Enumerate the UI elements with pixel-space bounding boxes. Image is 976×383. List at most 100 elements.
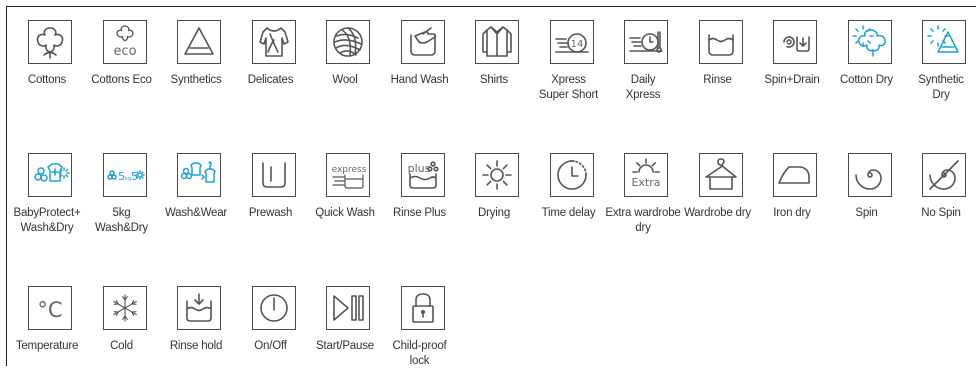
5kg-wash-dry-icon: 5kg5 xyxy=(103,153,147,197)
program-symbol: Prewash xyxy=(234,142,308,250)
program-symbol: °CTemperature xyxy=(10,275,84,383)
cotton-dry-icon xyxy=(848,20,892,64)
synthetic-dry-icon xyxy=(922,20,966,64)
power-icon xyxy=(252,286,296,330)
program-label: Spin+Drain xyxy=(749,73,835,88)
program-symbol: ecoCottons Eco xyxy=(85,9,159,117)
program-symbol: Rinse hold xyxy=(159,275,233,383)
program-label: Cottons Eco xyxy=(79,73,165,88)
program-symbol: Wardrobe dry xyxy=(681,142,755,250)
svg-text:eco: eco xyxy=(113,44,136,59)
program-symbol: Hand Wash xyxy=(383,9,457,117)
svg-text:Extra: Extra xyxy=(631,176,660,189)
program-label: Quick Wash xyxy=(302,206,388,221)
program-label: Spin xyxy=(824,206,910,221)
program-symbol: Cottons xyxy=(10,9,84,117)
program-label: Rinse Plus xyxy=(377,206,463,221)
wash-wear-icon xyxy=(177,153,221,197)
daily-xpress-icon xyxy=(624,20,668,64)
temperature-icon: °C xyxy=(28,286,72,330)
program-label: Rinse hold xyxy=(153,339,239,354)
program-label: Drying xyxy=(451,206,537,221)
cotton-icon xyxy=(28,20,72,64)
program-symbol: expressQuick Wash xyxy=(308,142,382,250)
wool-ball-icon xyxy=(326,20,370,64)
program-label: On/Off xyxy=(228,339,314,354)
program-label: Wool xyxy=(302,73,388,88)
program-symbol: Spin xyxy=(830,142,904,250)
svg-text:°C: °C xyxy=(37,298,62,322)
program-symbol: On/Off xyxy=(234,275,308,383)
program-label: Temperature xyxy=(4,339,90,354)
program-symbol: Child-prooflock xyxy=(383,275,457,383)
program-symbol: Wool xyxy=(308,9,382,117)
sun-icon xyxy=(475,153,519,197)
baby-protect-icon xyxy=(28,153,72,197)
svg-text:plus: plus xyxy=(407,162,430,175)
program-label: Wash&Wear xyxy=(153,206,239,221)
program-label: SyntheticDry xyxy=(898,73,976,103)
program-symbol: DailyXpress xyxy=(606,9,680,117)
rinse-icon xyxy=(699,20,743,64)
program-symbol: Delicates xyxy=(234,9,308,117)
hand-wash-icon xyxy=(401,20,445,64)
rinse-plus-icon: plus xyxy=(401,153,445,197)
start-pause-icon xyxy=(326,286,370,330)
program-label: XpressSuper Short xyxy=(526,73,612,103)
program-symbol-grid: CottonsecoCottons EcoSyntheticsDelicates… xyxy=(0,0,976,366)
triangle-icon xyxy=(177,20,221,64)
svg-text:express: express xyxy=(332,165,367,175)
program-symbol: SyntheticDry xyxy=(904,9,976,117)
program-symbol: Spin+Drain xyxy=(755,9,829,117)
program-symbol: Time delay xyxy=(532,142,606,250)
iron-icon xyxy=(773,153,817,197)
quick-wash-icon: express xyxy=(326,153,370,197)
rinse-hold-icon xyxy=(177,286,221,330)
program-symbol: Shirts xyxy=(457,9,531,117)
no-spin-icon xyxy=(922,153,966,197)
timer-icon xyxy=(550,153,594,197)
padlock-icon xyxy=(401,286,445,330)
program-label: Cold xyxy=(79,339,165,354)
program-symbol: ExtraExtra wardrobedry xyxy=(606,142,680,250)
program-symbol: 5kg55kgWash&Dry xyxy=(85,142,159,250)
program-label: BabyProtect+Wash&Dry xyxy=(4,206,90,236)
program-label: Start/Pause xyxy=(302,339,388,354)
program-label: Child-prooflock xyxy=(377,339,463,369)
program-label: Delicates xyxy=(228,73,314,88)
svg-text:14: 14 xyxy=(570,39,583,50)
program-symbol: Start/Pause xyxy=(308,275,382,383)
spin-icon xyxy=(848,153,892,197)
extra-sun-icon: Extra xyxy=(624,153,668,197)
program-label: No Spin xyxy=(898,206,976,221)
program-label: Cotton Dry xyxy=(824,73,910,88)
program-symbol: Wash&Wear xyxy=(159,142,233,250)
program-symbol: Cotton Dry xyxy=(830,9,904,117)
hanger-icon xyxy=(699,153,743,197)
program-symbol: Rinse xyxy=(681,9,755,117)
program-symbol: Iron dry xyxy=(755,142,829,250)
cotton-eco-icon: eco xyxy=(103,20,147,64)
blouse-icon xyxy=(252,20,296,64)
shirt-icon xyxy=(475,20,519,64)
program-label: Wardrobe dry xyxy=(675,206,761,221)
program-label: Shirts xyxy=(451,73,537,88)
program-label: Synthetics xyxy=(153,73,239,88)
snowflake-icon xyxy=(103,286,147,330)
program-label: DailyXpress xyxy=(600,73,686,103)
program-symbol: BabyProtect+Wash&Dry xyxy=(10,142,84,250)
program-symbol: plusRinse Plus xyxy=(383,142,457,250)
program-label: Cottons xyxy=(4,73,90,88)
program-symbol: No Spin xyxy=(904,142,976,250)
program-label: Extra wardrobedry xyxy=(600,206,686,236)
program-symbol: Drying xyxy=(457,142,531,250)
program-label: Prewash xyxy=(228,206,314,221)
program-symbol: Cold xyxy=(85,275,159,383)
svg-text:5: 5 xyxy=(118,170,125,183)
program-symbol: 14XpressSuper Short xyxy=(532,9,606,117)
program-label: Time delay xyxy=(526,206,612,221)
prewash-icon xyxy=(252,153,296,197)
program-label: 5kgWash&Dry xyxy=(79,206,165,236)
program-label: Iron dry xyxy=(749,206,835,221)
program-symbol: Synthetics xyxy=(159,9,233,117)
